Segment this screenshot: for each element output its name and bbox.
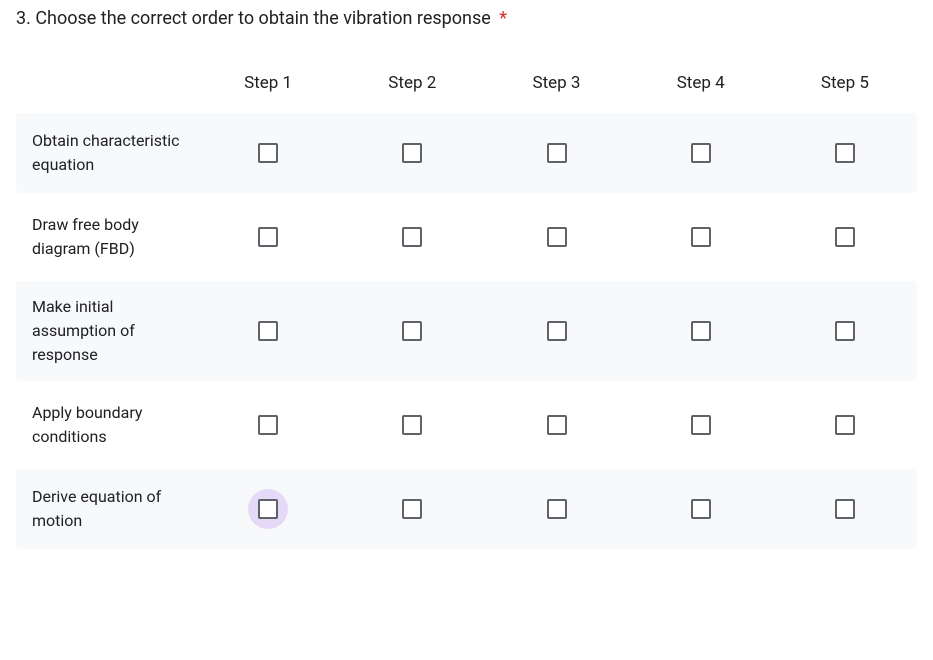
checkbox-wrapper — [537, 133, 577, 173]
grid-cell — [484, 489, 628, 529]
grid-cell — [340, 405, 484, 445]
grid-row: Make initial assumption of response — [16, 281, 917, 381]
row-label: Obtain characteristic equation — [16, 115, 196, 191]
checkbox[interactable] — [691, 143, 711, 163]
grid-cell — [629, 405, 773, 445]
row-label: Make initial assumption of response — [16, 281, 196, 381]
checkbox-wrapper — [681, 489, 721, 529]
checkbox[interactable] — [547, 415, 567, 435]
column-header-row: Step 1 Step 2 Step 3 Step 4 Step 5 — [16, 65, 917, 113]
col-header-step1: Step 1 — [196, 73, 340, 93]
grid-cell — [484, 133, 628, 173]
col-header-step5: Step 5 — [773, 73, 917, 93]
checkbox-wrapper — [537, 311, 577, 351]
checkbox[interactable] — [547, 143, 567, 163]
grid-cell — [196, 133, 340, 173]
checkbox-wrapper — [681, 133, 721, 173]
checkbox[interactable] — [402, 415, 422, 435]
checkbox-wrapper — [248, 489, 288, 529]
checkbox-wrapper — [825, 311, 865, 351]
question-block: 3. Choose the correct order to obtain th… — [16, 8, 917, 549]
row-label: Draw free body diagram (FBD) — [16, 199, 196, 275]
grid-cell — [340, 311, 484, 351]
checkbox[interactable] — [691, 321, 711, 341]
col-header-step4: Step 4 — [629, 73, 773, 93]
question-number: 3. — [16, 8, 31, 29]
required-asterisk: * — [499, 8, 507, 29]
checkbox-wrapper — [825, 133, 865, 173]
checkbox[interactable] — [402, 143, 422, 163]
row-label: Derive equation of motion — [16, 471, 196, 547]
checkbox[interactable] — [835, 321, 855, 341]
grid-cell — [484, 217, 628, 257]
grid-cell — [773, 405, 917, 445]
checkbox-wrapper — [825, 405, 865, 445]
checkbox[interactable] — [547, 227, 567, 247]
checkbox[interactable] — [258, 499, 278, 519]
checkbox[interactable] — [691, 415, 711, 435]
checkbox-wrapper — [681, 311, 721, 351]
checkbox-wrapper — [248, 405, 288, 445]
checkbox-wrapper — [681, 405, 721, 445]
checkbox[interactable] — [258, 143, 278, 163]
grid-cell — [773, 311, 917, 351]
checkbox-wrapper — [392, 217, 432, 257]
checkbox[interactable] — [547, 499, 567, 519]
checkbox-wrapper — [248, 133, 288, 173]
grid-row: Obtain characteristic equation — [16, 113, 917, 193]
checkbox[interactable] — [402, 227, 422, 247]
grid-cell — [340, 133, 484, 173]
checkbox-wrapper — [825, 489, 865, 529]
grid-row: Draw free body diagram (FBD) — [16, 197, 917, 277]
grid-cell — [773, 489, 917, 529]
checkbox[interactable] — [835, 227, 855, 247]
checkbox-wrapper — [392, 311, 432, 351]
grid-cell — [340, 217, 484, 257]
checkbox-wrapper — [392, 405, 432, 445]
checkbox[interactable] — [258, 321, 278, 341]
grid-row: Derive equation of motion — [16, 469, 917, 549]
checkbox[interactable] — [402, 499, 422, 519]
checkbox-wrapper — [392, 133, 432, 173]
checkbox[interactable] — [835, 499, 855, 519]
checkbox[interactable] — [691, 499, 711, 519]
grid-cell — [629, 311, 773, 351]
grid-cell — [629, 133, 773, 173]
grid-cell — [196, 489, 340, 529]
grid-cell — [629, 217, 773, 257]
grid-cell — [773, 217, 917, 257]
checkbox-wrapper — [825, 217, 865, 257]
grid-cell — [773, 133, 917, 173]
checkbox-wrapper — [248, 217, 288, 257]
grid-cell — [196, 217, 340, 257]
checkbox[interactable] — [691, 227, 711, 247]
checkbox[interactable] — [258, 415, 278, 435]
checkbox-wrapper — [248, 311, 288, 351]
checkbox[interactable] — [835, 415, 855, 435]
grid-cell — [340, 489, 484, 529]
checkbox[interactable] — [258, 227, 278, 247]
checkbox-wrapper — [392, 489, 432, 529]
checkbox[interactable] — [835, 143, 855, 163]
grid-cell — [629, 489, 773, 529]
checkbox-wrapper — [537, 217, 577, 257]
question-title: 3. Choose the correct order to obtain th… — [16, 8, 917, 29]
checkbox-wrapper — [537, 405, 577, 445]
row-label: Apply boundary conditions — [16, 387, 196, 463]
col-header-step3: Step 3 — [484, 73, 628, 93]
checkbox-wrapper — [537, 489, 577, 529]
col-header-step2: Step 2 — [340, 73, 484, 93]
checkbox[interactable] — [402, 321, 422, 341]
checkbox-wrapper — [681, 217, 721, 257]
grid-rows-container: Obtain characteristic equation Draw free … — [16, 113, 917, 549]
grid-cell — [196, 405, 340, 445]
grid-row: Apply boundary conditions — [16, 385, 917, 465]
grid-cell — [484, 405, 628, 445]
grid-cell — [196, 311, 340, 351]
grid-cell — [484, 311, 628, 351]
checkbox[interactable] — [547, 321, 567, 341]
question-text: Choose the correct order to obtain the v… — [35, 8, 490, 29]
checkbox-grid: Step 1 Step 2 Step 3 Step 4 Step 5 Obtai… — [16, 65, 917, 549]
